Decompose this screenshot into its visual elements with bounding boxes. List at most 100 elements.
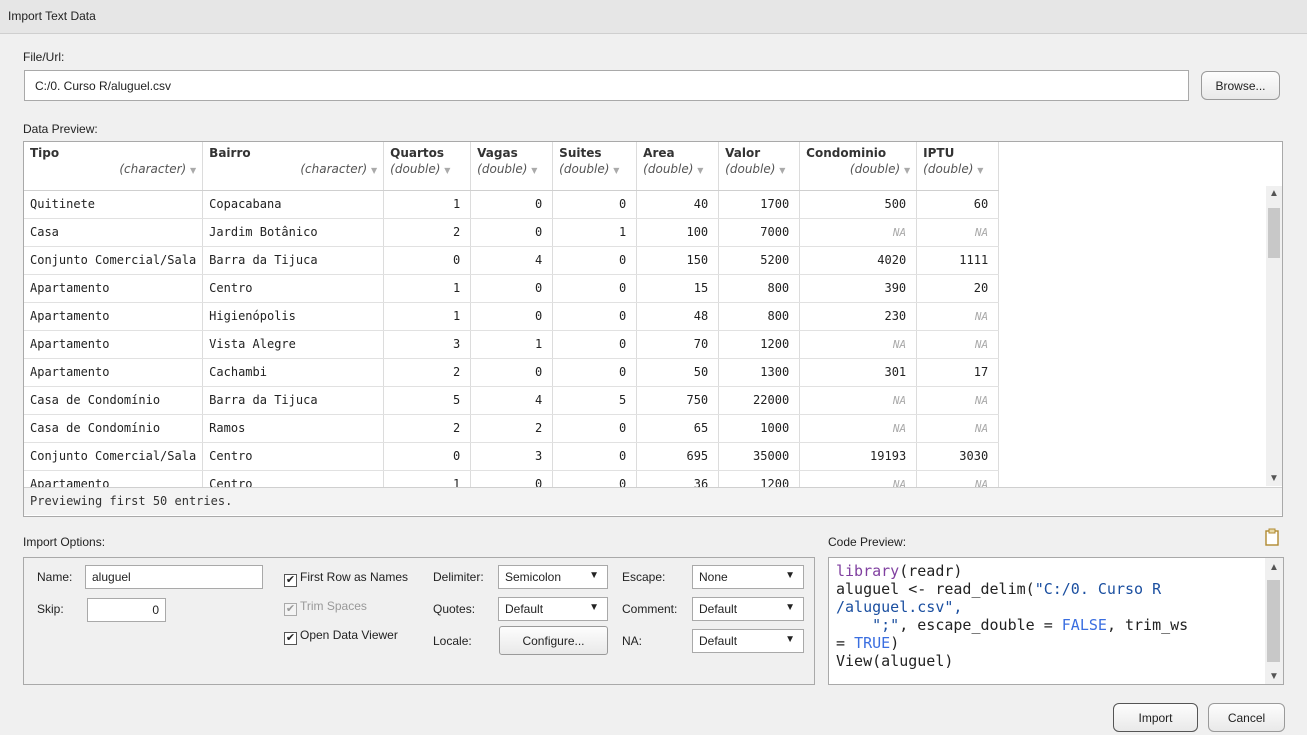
scroll-up-icon[interactable]: ▲ bbox=[1266, 188, 1282, 199]
table-cell: 7000 bbox=[718, 218, 801, 247]
column-header-bairro[interactable]: Bairro (character) ▼ bbox=[202, 142, 385, 191]
column-header-condominio[interactable]: Condominio (double) ▼ bbox=[799, 142, 918, 191]
comment-select[interactable]: Default ▼ bbox=[692, 597, 804, 621]
skip-input[interactable]: 0 bbox=[87, 598, 166, 622]
locale-label: Locale: bbox=[433, 634, 472, 648]
chevron-down-icon[interactable]: ▼ bbox=[190, 166, 196, 175]
scrollbar-thumb[interactable] bbox=[1267, 580, 1280, 662]
table-cell: 20 bbox=[916, 274, 1000, 303]
table-cell: 301 bbox=[799, 358, 918, 387]
chevron-down-icon[interactable]: ▼ bbox=[371, 166, 377, 175]
preview-footer: Previewing first 50 entries. bbox=[24, 487, 1282, 515]
configure-button[interactable]: Configure... bbox=[499, 626, 608, 655]
escape-value: None bbox=[699, 570, 728, 584]
chevron-down-icon[interactable]: ▼ bbox=[977, 166, 983, 175]
table-cell: 3 bbox=[383, 330, 472, 359]
table-cell: 0 bbox=[552, 190, 638, 219]
column-header-vagas[interactable]: Vagas (double) ▼ bbox=[470, 142, 554, 191]
table-cell: 1 bbox=[470, 330, 554, 359]
table-cell: NA bbox=[916, 470, 1000, 487]
import-options-label: Import Options: bbox=[23, 535, 106, 549]
chevron-down-icon[interactable]: ▼ bbox=[531, 166, 537, 175]
chevron-down-icon: ▼ bbox=[589, 602, 599, 613]
table-cell: 1300 bbox=[718, 358, 801, 387]
table-cell: 0 bbox=[470, 274, 554, 303]
code-vertical-scrollbar[interactable]: ▲ ▼ bbox=[1265, 558, 1283, 684]
na-select[interactable]: Default ▼ bbox=[692, 629, 804, 653]
table-cell: 1 bbox=[552, 218, 638, 247]
grid-vertical-scrollbar[interactable]: ▲ ▼ bbox=[1266, 186, 1282, 486]
table-cell: 22000 bbox=[718, 386, 801, 415]
table-cell: 0 bbox=[470, 470, 554, 487]
escape-select[interactable]: None ▼ bbox=[692, 565, 804, 589]
clipboard-icon[interactable] bbox=[1265, 528, 1279, 546]
table-cell: 0 bbox=[552, 358, 638, 387]
table-row: Apartamento Centro 1 0 0 36 1200 NA NA bbox=[24, 470, 1000, 487]
column-type: (double) bbox=[849, 162, 901, 176]
column-name: IPTU bbox=[923, 146, 955, 160]
first-row-as-names-checkbox[interactable]: ✔ First Row as Names bbox=[284, 570, 408, 587]
chevron-down-icon[interactable]: ▼ bbox=[779, 166, 785, 175]
table-cell: 2 bbox=[383, 218, 472, 247]
column-header-area[interactable]: Area (double) ▼ bbox=[636, 142, 720, 191]
column-header-valor[interactable]: Valor (double) ▼ bbox=[718, 142, 801, 191]
comment-label: Comment: bbox=[622, 602, 678, 616]
table-cell: 1 bbox=[383, 302, 472, 331]
table-cell: Higienópolis bbox=[202, 302, 385, 331]
table-cell: NA bbox=[799, 470, 918, 487]
code-preview-panel[interactable]: library(readr) aluguel <- read_delim("C:… bbox=[828, 557, 1284, 685]
table-cell: 0 bbox=[383, 246, 472, 275]
table-cell: 4020 bbox=[799, 246, 918, 275]
table-cell: 390 bbox=[799, 274, 918, 303]
open-data-viewer-label: Open Data Viewer bbox=[300, 628, 398, 642]
file-url-input[interactable]: C:/0. Curso R/aluguel.csv bbox=[24, 70, 1189, 101]
column-header-tipo[interactable]: Tipo (character) ▼ bbox=[24, 142, 204, 191]
table-cell: Apartamento bbox=[24, 358, 204, 387]
code-line: /aluguel.csv", bbox=[836, 598, 963, 616]
quotes-select[interactable]: Default ▼ bbox=[498, 597, 608, 621]
code-line: View(aluguel) bbox=[836, 652, 954, 670]
column-name: Vagas bbox=[477, 146, 518, 160]
column-header-quartos[interactable]: Quartos (double) ▼ bbox=[383, 142, 472, 191]
table-row: Apartamento Higienópolis 1 0 0 48 800 230 NA bbox=[24, 302, 1000, 331]
table-cell: 4 bbox=[470, 246, 554, 275]
column-header-iptu[interactable]: IPTU (double) ▼ bbox=[916, 142, 1000, 191]
scroll-up-icon[interactable]: ▲ bbox=[1265, 562, 1283, 573]
scroll-down-icon[interactable]: ▼ bbox=[1266, 473, 1282, 484]
table-cell: Cachambi bbox=[202, 358, 385, 387]
table-row: Casa de Condomínio Barra da Tijuca 5 4 5 750 2… bbox=[24, 386, 1000, 415]
table-cell: Centro bbox=[202, 442, 385, 471]
table-cell: 0 bbox=[470, 302, 554, 331]
chevron-down-icon: ▼ bbox=[589, 570, 599, 581]
delimiter-select[interactable]: Semicolon ▼ bbox=[498, 565, 608, 589]
column-name: Condominio bbox=[806, 146, 887, 160]
column-type: (character) bbox=[300, 162, 368, 176]
name-input[interactable]: aluguel bbox=[85, 565, 263, 589]
chevron-down-icon[interactable]: ▼ bbox=[904, 166, 910, 175]
chevron-down-icon: ▼ bbox=[785, 570, 795, 581]
table-cell: 0 bbox=[552, 442, 638, 471]
open-data-viewer-checkbox[interactable]: ✔ Open Data Viewer bbox=[284, 628, 398, 645]
file-url-label: File/Url: bbox=[23, 50, 65, 64]
table-row: Conjunto Comercial/Sala Barra da Tijuca 0 4… bbox=[24, 246, 1000, 275]
chevron-down-icon[interactable]: ▼ bbox=[697, 166, 703, 175]
table-cell: 230 bbox=[799, 302, 918, 331]
chevron-down-icon[interactable]: ▼ bbox=[444, 166, 450, 175]
table-cell: 100 bbox=[636, 218, 720, 247]
table-cell: 2 bbox=[470, 414, 554, 443]
cancel-button[interactable]: Cancel bbox=[1208, 703, 1285, 732]
browse-button[interactable]: Browse... bbox=[1201, 71, 1280, 100]
code-preview-text[interactable]: library(readr) aluguel <- read_delim("C:… bbox=[836, 562, 1266, 670]
table-cell: 0 bbox=[552, 274, 638, 303]
import-options-panel: Name: aluguel Skip: 0 ✔ First Row as Name… bbox=[23, 557, 815, 685]
import-button[interactable]: Import bbox=[1113, 703, 1198, 732]
chevron-down-icon[interactable]: ▼ bbox=[613, 166, 619, 175]
table-cell: 19193 bbox=[799, 442, 918, 471]
code-line: ";", escape_double = FALSE, trim_ws bbox=[836, 616, 1189, 634]
scrollbar-thumb[interactable] bbox=[1268, 208, 1280, 258]
trim-spaces-checkbox[interactable]: ✔ Trim Spaces bbox=[284, 599, 367, 616]
table-cell: 50 bbox=[636, 358, 720, 387]
column-header-suites[interactable]: Suites (double) ▼ bbox=[552, 142, 638, 191]
scroll-down-icon[interactable]: ▼ bbox=[1265, 671, 1283, 682]
table-cell: 1700 bbox=[718, 190, 801, 219]
